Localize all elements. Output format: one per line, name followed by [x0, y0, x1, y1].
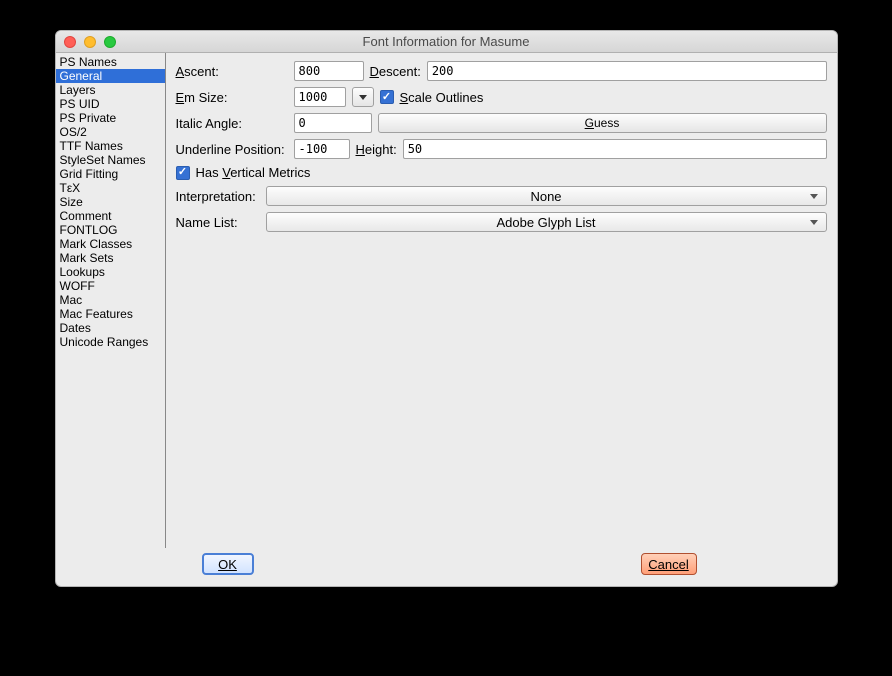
- sidebar-item-styleset-names[interactable]: StyleSet Names: [56, 153, 165, 167]
- sidebar-item-mark-sets[interactable]: Mark Sets: [56, 251, 165, 265]
- underline-position-label: Underline Position:: [176, 142, 288, 157]
- sidebar-item-layers[interactable]: Layers: [56, 83, 165, 97]
- main-area: PS NamesGeneralLayersPS UIDPS PrivateOS/…: [56, 53, 837, 548]
- vertical-metrics-label: Has Vertical Metrics: [196, 165, 311, 180]
- close-icon[interactable]: [64, 36, 76, 48]
- sidebar-item-t-x[interactable]: TεX: [56, 181, 165, 195]
- interpretation-select[interactable]: None: [266, 186, 827, 206]
- interpretation-value: None: [530, 189, 561, 204]
- check-icon: [178, 167, 187, 178]
- footer: OK Cancel: [56, 548, 837, 586]
- vertical-metrics-checkbox[interactable]: [176, 166, 190, 180]
- sidebar-item-ps-uid[interactable]: PS UID: [56, 97, 165, 111]
- sidebar-item-ttf-names[interactable]: TTF Names: [56, 139, 165, 153]
- interpretation-label: Interpretation:: [176, 189, 260, 204]
- em-size-input[interactable]: [294, 87, 346, 107]
- sidebar-item-woff[interactable]: WOFF: [56, 279, 165, 293]
- window-title: Font Information for Masume: [56, 34, 837, 49]
- sidebar-item-general[interactable]: General: [56, 69, 165, 83]
- ascent-input[interactable]: [294, 61, 364, 81]
- scale-outlines-checkbox[interactable]: [380, 90, 394, 104]
- window-body: PS NamesGeneralLayersPS UIDPS PrivateOS/…: [56, 53, 837, 586]
- sidebar-item-fontlog[interactable]: FONTLOG: [56, 223, 165, 237]
- titlebar: Font Information for Masume: [56, 31, 837, 53]
- italic-angle-input[interactable]: [294, 113, 372, 133]
- ok-button[interactable]: OK: [202, 553, 254, 575]
- sidebar-item-os-2[interactable]: OS/2: [56, 125, 165, 139]
- sidebar-item-comment[interactable]: Comment: [56, 209, 165, 223]
- em-size-label: Em Size:: [176, 90, 288, 105]
- check-icon: [382, 92, 391, 103]
- sidebar-item-mac[interactable]: Mac: [56, 293, 165, 307]
- content-panel: Ascent: Descent: Em Size: Scale Outlines…: [166, 53, 837, 548]
- descent-label: Descent:: [370, 64, 421, 79]
- ascent-label: Ascent:: [176, 64, 288, 79]
- zoom-icon[interactable]: [104, 36, 116, 48]
- sidebar-item-lookups[interactable]: Lookups: [56, 265, 165, 279]
- name-list-label: Name List:: [176, 215, 260, 230]
- guess-button[interactable]: Guess: [378, 113, 827, 133]
- underline-position-input[interactable]: [294, 139, 350, 159]
- sidebar-item-ps-names[interactable]: PS Names: [56, 55, 165, 69]
- sidebar: PS NamesGeneralLayersPS UIDPS PrivateOS/…: [56, 53, 166, 548]
- chevron-down-icon: [359, 95, 367, 100]
- window-controls: [56, 36, 116, 48]
- em-size-dropdown[interactable]: [352, 87, 374, 107]
- name-list-value: Adobe Glyph List: [496, 215, 595, 230]
- font-info-window: Font Information for Masume PS NamesGene…: [55, 30, 838, 587]
- cancel-button[interactable]: Cancel: [641, 553, 697, 575]
- italic-angle-label: Italic Angle:: [176, 116, 288, 131]
- sidebar-item-grid-fitting[interactable]: Grid Fitting: [56, 167, 165, 181]
- height-input[interactable]: [403, 139, 827, 159]
- sidebar-item-unicode-ranges[interactable]: Unicode Ranges: [56, 335, 165, 349]
- sidebar-item-size[interactable]: Size: [56, 195, 165, 209]
- name-list-select[interactable]: Adobe Glyph List: [266, 212, 827, 232]
- sidebar-item-mark-classes[interactable]: Mark Classes: [56, 237, 165, 251]
- descent-input[interactable]: [427, 61, 827, 81]
- chevron-down-icon: [810, 194, 818, 199]
- minimize-icon[interactable]: [84, 36, 96, 48]
- scale-outlines-label: Scale Outlines: [400, 90, 484, 105]
- sidebar-item-mac-features[interactable]: Mac Features: [56, 307, 165, 321]
- sidebar-item-ps-private[interactable]: PS Private: [56, 111, 165, 125]
- chevron-down-icon: [810, 220, 818, 225]
- sidebar-item-dates[interactable]: Dates: [56, 321, 165, 335]
- height-label: Height:: [356, 142, 397, 157]
